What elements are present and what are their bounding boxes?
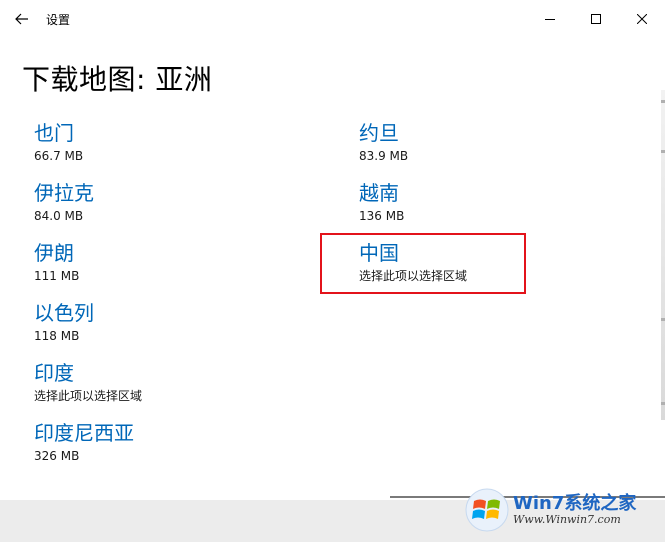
region-item-india[interactable]: 印度 选择此项以选择区域 — [34, 360, 142, 404]
region-size: 118 MB — [34, 329, 80, 343]
minimize-icon — [545, 19, 555, 20]
window-title: 设置 — [46, 12, 71, 27]
region-name: 印度尼西亚 — [34, 421, 134, 445]
watermark-text: Win7系统之家 Www.Winwin7.com — [513, 494, 636, 526]
region-size: 136 MB — [359, 209, 405, 223]
edge-tick — [661, 100, 665, 103]
windows-logo-icon — [465, 488, 509, 532]
region-name: 印度 — [34, 361, 74, 385]
edge-tick — [661, 318, 665, 321]
region-size: 111 MB — [34, 269, 80, 283]
region-item-iran[interactable]: 伊朗 111 MB — [34, 240, 79, 284]
maximize-button[interactable] — [573, 0, 619, 38]
back-button[interactable] — [0, 0, 44, 38]
watermark-url: Www.Winwin7.com — [513, 512, 621, 526]
region-item-israel[interactable]: 以色列 118 MB — [34, 300, 94, 344]
region-name: 以色列 — [34, 301, 94, 325]
region-item-vietnam[interactable]: 越南 136 MB — [359, 180, 404, 224]
watermark: Win7系统之家 Www.Winwin7.com — [465, 484, 661, 536]
page-title: 下载地图: 亚洲 — [22, 63, 213, 96]
region-size: 326 MB — [34, 449, 80, 463]
minimize-button[interactable] — [527, 0, 573, 38]
region-size: 83.9 MB — [359, 149, 409, 163]
edge-tick — [661, 150, 665, 153]
close-button[interactable] — [619, 0, 665, 38]
region-item-indonesia[interactable]: 印度尼西亚 326 MB — [34, 420, 134, 464]
edge-tick — [661, 402, 665, 405]
watermark-title: Win7系统之家 — [513, 493, 637, 515]
region-name: 伊朗 — [34, 241, 74, 265]
region-name: 伊拉克 — [34, 181, 94, 205]
region-size: 66.7 MB — [34, 149, 84, 163]
region-size: 84.0 MB — [34, 209, 84, 223]
region-name: 约旦 — [359, 121, 399, 145]
close-icon — [637, 14, 647, 24]
region-item-jordan[interactable]: 约旦 83.9 MB — [359, 120, 408, 164]
region-hint: 选择此项以选择区域 — [34, 389, 143, 403]
title-bar: 设置 — [0, 0, 665, 38]
highlight-box — [320, 233, 526, 294]
background-window-edge — [661, 90, 665, 420]
back-arrow-icon — [15, 13, 28, 25]
region-name: 也门 — [34, 121, 74, 145]
region-item-iraq[interactable]: 伊拉克 84.0 MB — [34, 180, 94, 224]
region-name: 越南 — [359, 181, 399, 205]
window-controls — [527, 0, 665, 38]
region-item-yemen[interactable]: 也门 66.7 MB — [34, 120, 83, 164]
maximize-icon — [591, 14, 601, 24]
